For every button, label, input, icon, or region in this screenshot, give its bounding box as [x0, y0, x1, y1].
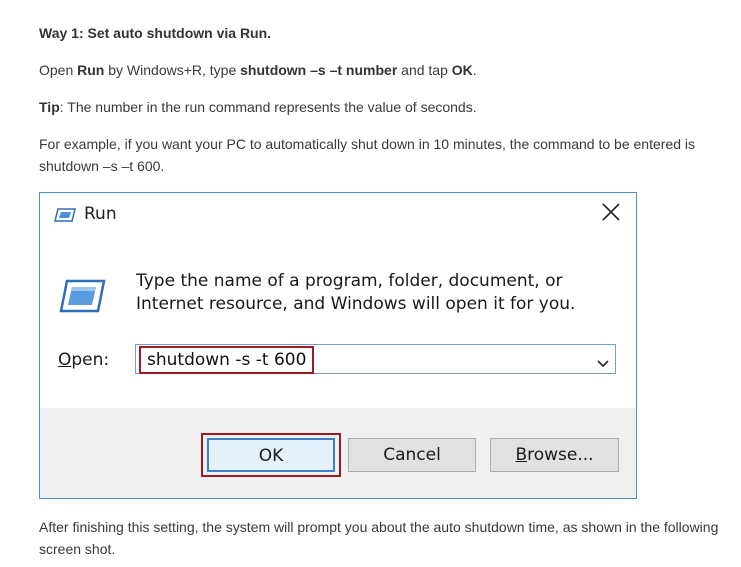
chevron-down-icon[interactable]: [597, 354, 609, 368]
tip-paragraph: Tip: The number in the run command repre…: [39, 96, 477, 118]
dialog-description: Type the name of a program, folder, docu…: [136, 271, 576, 314]
example-paragraph: For example, if you want your PC to auto…: [39, 136, 695, 174]
open-label: Open:: [58, 350, 109, 370]
open-text-3: and tap: [397, 62, 452, 78]
tip-label: Tip: [39, 99, 60, 115]
run-dialog: Run Type the name of a program, folder, …: [39, 192, 637, 499]
after-paragraph: After finishing this setting, the system…: [39, 519, 719, 557]
open-combobox[interactable]: shutdown -s -t 600: [135, 344, 616, 374]
browse-mnemonic: B: [515, 445, 528, 465]
ok-bold: OK: [451, 62, 473, 78]
dialog-titlebar: Run: [40, 193, 636, 238]
open-text-2: by Windows+R, type: [104, 62, 241, 78]
ok-button[interactable]: OK: [207, 438, 335, 472]
close-icon[interactable]: [596, 197, 626, 227]
section-heading: Way 1: Set auto shutdown via Run.: [39, 25, 272, 41]
open-label-rest: pen:: [71, 350, 110, 370]
command-input[interactable]: shutdown -s -t 600: [139, 346, 315, 374]
instruction-open-run: Open Run by Windows+R, type shutdown –s …: [39, 59, 477, 81]
cancel-button[interactable]: Cancel: [348, 438, 476, 472]
dialog-title: Run: [84, 204, 117, 224]
dialog-body: Type the name of a program, folder, docu…: [40, 238, 636, 408]
run-icon: [58, 278, 106, 314]
run-bold: Run: [77, 62, 105, 78]
tip-text: : The number in the run command represen…: [59, 99, 477, 115]
open-text-4: .: [472, 62, 477, 78]
open-label-mnemonic: O: [58, 350, 72, 370]
browse-button[interactable]: Browse...: [490, 438, 619, 472]
command-bold: shutdown –s –t number: [240, 62, 398, 78]
browse-rest: rowse...: [527, 445, 594, 465]
run-icon: [54, 207, 76, 223]
open-text-1: Open: [39, 62, 78, 78]
